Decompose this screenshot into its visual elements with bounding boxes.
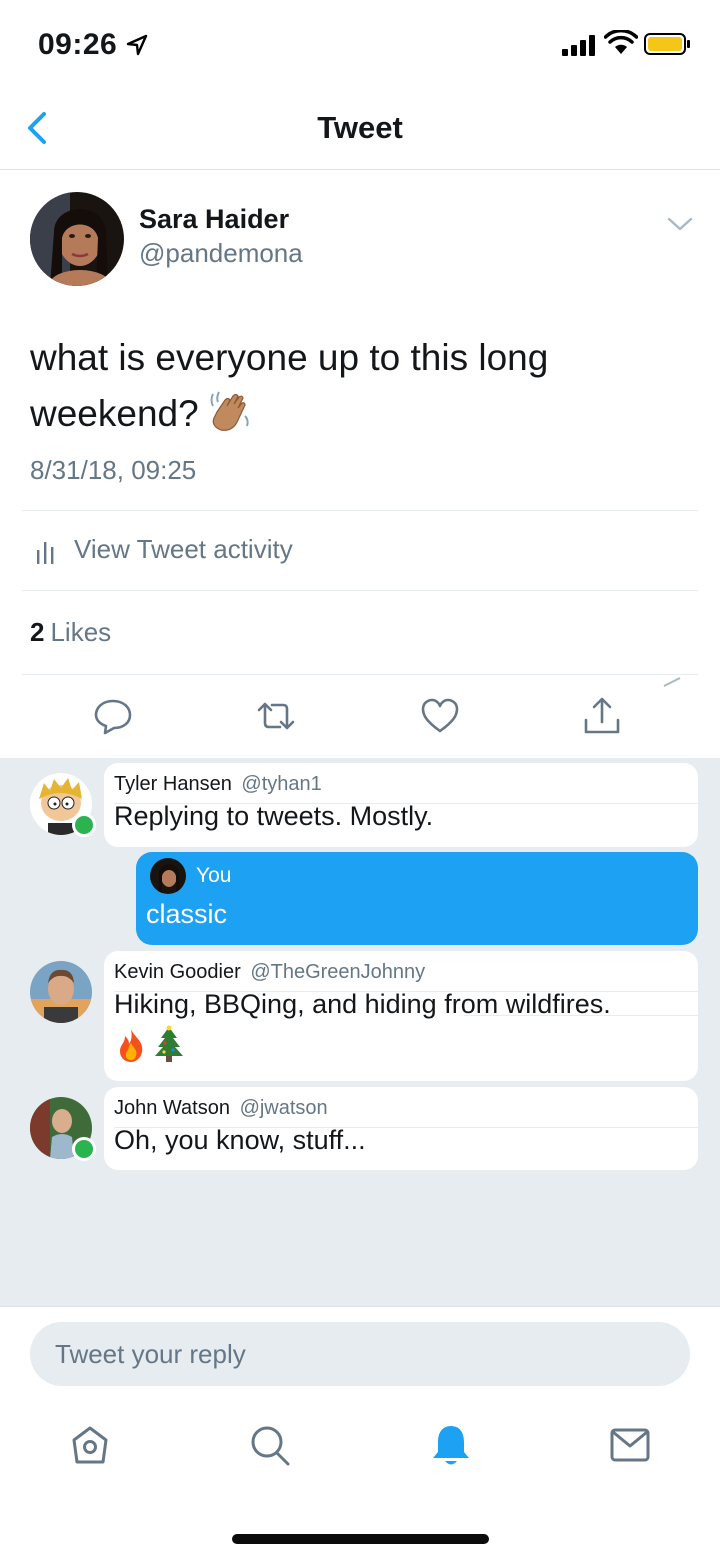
reply-input[interactable] bbox=[30, 1322, 690, 1386]
reply-author-handle: @TheGreenJohnny bbox=[250, 961, 426, 983]
likes-count: 2 bbox=[30, 617, 45, 647]
page-title: Tweet bbox=[317, 110, 403, 145]
reply-header: Kevin Goodier @TheGreenJohnny bbox=[114, 961, 425, 984]
waving-hand-emoji-icon bbox=[210, 391, 249, 431]
christmas-tree-emoji-icon bbox=[155, 1025, 183, 1062]
home-icon[interactable] bbox=[68, 1422, 112, 1468]
reply-author-name: Tyler Hansen bbox=[114, 773, 232, 795]
divider bbox=[22, 674, 698, 675]
divider bbox=[22, 590, 698, 591]
reply-bubble[interactable]: Tyler Hansen @tyhan1 Replying to tweets.… bbox=[104, 763, 698, 847]
home-indicator bbox=[232, 1534, 489, 1544]
view-tweet-activity-link[interactable]: View Tweet activity bbox=[0, 512, 720, 590]
reply-avatar-tyler[interactable] bbox=[30, 773, 96, 837]
battery-icon bbox=[644, 33, 690, 55]
own-avatar bbox=[150, 858, 186, 894]
own-reply-bubble[interactable]: You classic bbox=[136, 852, 698, 945]
status-time: 09:26 bbox=[38, 28, 118, 61]
cellular-signal-icon bbox=[562, 35, 595, 56]
tweet-timestamp: 8/31/18, 09:25 bbox=[30, 455, 197, 485]
reply-composer bbox=[0, 1306, 720, 1400]
author-avatar[interactable] bbox=[30, 192, 124, 286]
wifi-icon bbox=[604, 30, 638, 54]
reply-author-handle: @jwatson bbox=[239, 1097, 328, 1119]
activity-label: View Tweet activity bbox=[74, 534, 293, 564]
messages-icon[interactable] bbox=[608, 1422, 652, 1468]
location-arrow-icon bbox=[126, 34, 148, 56]
like-heart-icon[interactable] bbox=[420, 696, 460, 736]
reply-header: Tyler Hansen @tyhan1 bbox=[114, 773, 322, 796]
tweet-text: what is everyone up to this long weekend… bbox=[30, 330, 670, 442]
reply-icon[interactable] bbox=[93, 696, 133, 736]
tab-bar bbox=[0, 1400, 720, 1510]
reply-text: Replying to tweets. Mostly. bbox=[114, 801, 434, 831]
reply-author-handle: @tyhan1 bbox=[241, 773, 322, 795]
reply-text: Oh, you know, stuff... bbox=[114, 1125, 366, 1155]
likes-link[interactable]: 2 Likes bbox=[30, 617, 111, 648]
author-name[interactable]: Sara Haider bbox=[139, 204, 289, 235]
own-reply-text: classic bbox=[146, 899, 228, 929]
own-reply-label: You bbox=[196, 864, 232, 887]
nav-bar: Tweet bbox=[0, 90, 720, 170]
online-status-dot bbox=[72, 813, 96, 837]
divider bbox=[22, 510, 698, 511]
reply-avatar-john[interactable] bbox=[30, 1097, 96, 1161]
notifications-icon[interactable] bbox=[429, 1422, 473, 1468]
likes-label: Likes bbox=[50, 617, 112, 647]
reply-bubble[interactable]: John Watson @jwatson Oh, you know, stuff… bbox=[104, 1087, 698, 1170]
share-icon[interactable] bbox=[582, 696, 622, 736]
tweet-text-content: what is everyone up to this long weekend… bbox=[30, 337, 549, 434]
search-icon[interactable] bbox=[248, 1422, 292, 1468]
divider bbox=[464, 1015, 698, 1016]
reply-author-name: John Watson bbox=[114, 1097, 230, 1119]
reply-avatar-kevin[interactable] bbox=[30, 961, 92, 1023]
tweet-action-bar bbox=[0, 676, 720, 758]
reply-header: John Watson @jwatson bbox=[114, 1097, 328, 1120]
status-bar: 09:26 bbox=[0, 0, 720, 90]
retweet-icon[interactable] bbox=[256, 696, 296, 736]
bar-chart-icon bbox=[37, 542, 54, 564]
reply-author-name: Kevin Goodier bbox=[114, 961, 241, 983]
chevron-down-icon[interactable] bbox=[666, 214, 694, 234]
author-handle[interactable]: @pandemona bbox=[139, 238, 303, 269]
reply-bubble[interactable]: Kevin Goodier @TheGreenJohnny Hiking, BB… bbox=[104, 951, 698, 1081]
scroll-indicator bbox=[663, 677, 681, 687]
online-status-dot bbox=[72, 1137, 96, 1161]
fire-emoji-icon bbox=[120, 1029, 143, 1062]
